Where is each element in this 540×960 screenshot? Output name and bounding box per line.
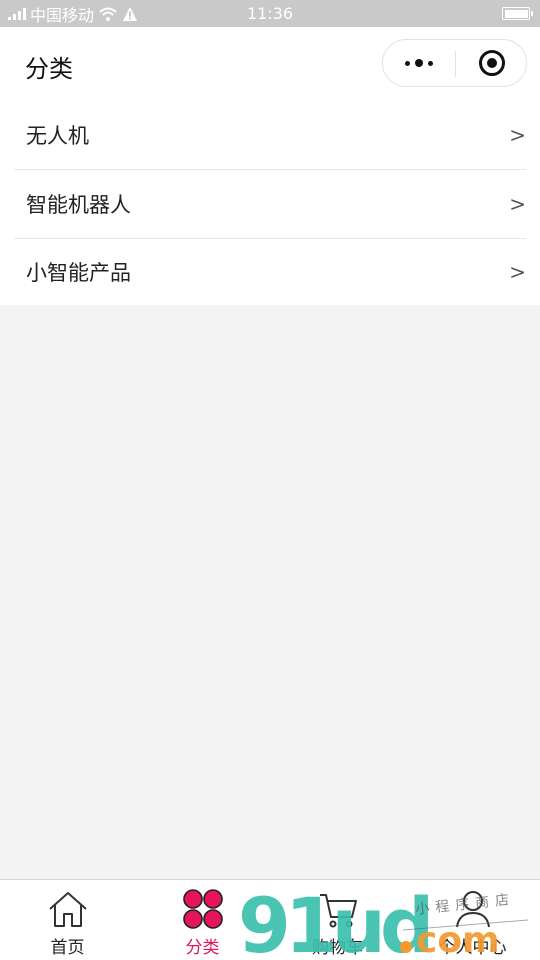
tab-bar: 首页 分类 购物车 个人中心: [0, 879, 540, 960]
tab-home[interactable]: 首页: [0, 880, 135, 960]
tab-label: 购物车: [312, 938, 363, 958]
status-left: 中国移动: [8, 2, 138, 26]
page-title: 分类: [25, 55, 73, 83]
category-label: 小智能产品: [26, 261, 131, 285]
chevron-right-icon: >: [509, 192, 526, 216]
signal-icon: [8, 7, 26, 20]
tab-profile[interactable]: 个人中心: [405, 880, 540, 960]
capsule-menu: [382, 39, 527, 87]
battery-level: [504, 9, 528, 18]
chevron-right-icon: >: [509, 260, 526, 284]
tab-category[interactable]: 分类: [135, 880, 270, 960]
category-item-robot[interactable]: 智能机器人 >: [14, 170, 526, 239]
warning-icon: [123, 6, 138, 21]
clover-icon: [182, 889, 223, 929]
tab-label: 分类: [185, 938, 220, 958]
cart-icon: [319, 894, 357, 928]
tab-label: 首页: [50, 938, 85, 958]
more-dots-icon: [405, 59, 433, 67]
battery-icon: [502, 7, 533, 20]
carrier-label: 中国移动: [30, 5, 95, 25]
user-icon: [455, 891, 490, 928]
category-item-drone[interactable]: 无人机 >: [14, 101, 526, 170]
category-list: 无人机 > 智能机器人 > 小智能产品 >: [0, 101, 540, 305]
close-button[interactable]: [456, 40, 528, 86]
more-button[interactable]: [383, 40, 455, 86]
target-circle-icon: [479, 50, 505, 76]
category-item-gadgets[interactable]: 小智能产品 >: [14, 239, 526, 305]
status-bar: 中国移动 11:36: [0, 0, 540, 27]
category-label: 智能机器人: [26, 193, 131, 217]
chevron-right-icon: >: [509, 123, 526, 147]
tab-cart[interactable]: 购物车: [270, 880, 405, 960]
nav-bar: 分类: [0, 27, 540, 101]
category-label: 无人机: [26, 124, 89, 148]
wifi-icon: [99, 7, 117, 21]
tab-label: 个人中心: [438, 938, 507, 958]
home-icon: [48, 892, 87, 927]
